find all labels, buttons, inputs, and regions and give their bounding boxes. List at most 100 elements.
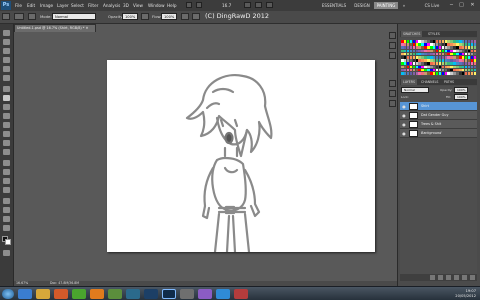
brush-panel-toggle-icon[interactable] xyxy=(28,13,36,20)
crop-tool-icon[interactable] xyxy=(3,66,10,72)
zoom-tool-icon[interactable] xyxy=(3,225,10,231)
history-brush-tool-icon[interactable] xyxy=(3,113,10,119)
bridge-icon[interactable] xyxy=(186,2,192,8)
menu-file[interactable]: File xyxy=(15,0,22,11)
itunes-icon[interactable] xyxy=(234,289,248,299)
move-tool-icon[interactable] xyxy=(3,30,10,36)
trash-icon[interactable] xyxy=(470,275,475,280)
photoshop-taskbar-icon[interactable] xyxy=(162,289,176,299)
adjustment-layer-icon[interactable] xyxy=(454,275,459,280)
visibility-eye-icon[interactable]: ● xyxy=(401,121,407,128)
workspace-painting[interactable]: PAINTING xyxy=(374,2,398,9)
swatch-cell[interactable] xyxy=(473,56,476,59)
layer-row-trees[interactable]: ● Trees & Shit xyxy=(400,120,477,129)
flow-input[interactable]: 100% xyxy=(161,13,177,20)
menu-view[interactable]: View xyxy=(133,0,143,11)
minibridge-icon[interactable] xyxy=(196,2,202,8)
layer-row-background[interactable]: ● Background xyxy=(400,129,477,138)
pen-tool-icon[interactable] xyxy=(3,160,10,166)
menu-filter[interactable]: Filter xyxy=(88,0,98,11)
clone-source-panel-icon[interactable] xyxy=(389,90,396,97)
swatch-cell[interactable] xyxy=(473,68,476,72)
start-button-icon[interactable] xyxy=(2,289,14,299)
new-layer-icon[interactable] xyxy=(462,275,467,280)
fill-input[interactable]: 100% xyxy=(454,94,468,100)
zoom-level[interactable]: 16.7 xyxy=(222,0,231,11)
document-tab[interactable]: Untitled-1.psd @ 16.7% (Shirt, RGB/8) * … xyxy=(14,24,96,32)
cs-live-button[interactable]: CS Live xyxy=(421,2,443,9)
chrome-icon[interactable] xyxy=(72,289,86,299)
3d-orbit-tool-icon[interactable] xyxy=(3,207,10,213)
path-select-tool-icon[interactable] xyxy=(3,178,10,184)
hand-tool-icon[interactable] xyxy=(3,216,10,222)
eraser-tool-icon[interactable] xyxy=(3,122,10,128)
steam-icon[interactable] xyxy=(126,289,140,299)
healing-brush-tool-icon[interactable] xyxy=(3,86,10,92)
brush-tool-icon[interactable] xyxy=(2,13,10,20)
swatch-cell[interactable] xyxy=(473,40,476,43)
hand-tool-icon[interactable] xyxy=(244,2,251,8)
brush-tool-selected-icon[interactable] xyxy=(3,95,10,101)
visibility-eye-icon[interactable]: ● xyxy=(401,130,407,137)
pressure-opacity-icon[interactable] xyxy=(141,13,149,20)
layer-row-dat-gender-guy[interactable]: ● Dat Gender Guy xyxy=(400,111,477,120)
add-mask-icon[interactable] xyxy=(446,275,451,280)
rotate-view-icon[interactable] xyxy=(255,2,262,8)
maximize-icon[interactable]: □ xyxy=(457,1,466,9)
quick-select-tool-icon[interactable] xyxy=(3,57,10,63)
swatch-cell[interactable] xyxy=(473,62,476,65)
workspace-more-icon[interactable]: » xyxy=(400,2,408,9)
tab-layers[interactable]: LAYERS xyxy=(401,79,417,85)
marquee-tool-icon[interactable] xyxy=(3,39,10,45)
menu-window[interactable]: Window xyxy=(148,0,165,11)
swatch-cell[interactable] xyxy=(473,65,476,69)
menu-select[interactable]: Select xyxy=(71,0,84,11)
swatches-grid[interactable] xyxy=(400,38,477,76)
lasso-tool-icon[interactable] xyxy=(3,48,10,54)
clone-stamp-tool-icon[interactable] xyxy=(3,104,10,110)
menu-edit[interactable]: Edit xyxy=(27,0,35,11)
menu-image[interactable]: Image xyxy=(40,0,53,11)
history-panel-icon[interactable] xyxy=(389,100,396,107)
type-tool-icon[interactable] xyxy=(3,169,10,175)
tab-styles[interactable]: STYLES xyxy=(426,31,442,37)
tab-swatches[interactable]: SWATCHES xyxy=(401,31,423,37)
shape-tool-icon[interactable] xyxy=(3,187,10,193)
swatch-cell[interactable] xyxy=(473,72,476,75)
gradient-tool-icon[interactable] xyxy=(3,131,10,137)
file-explorer-icon[interactable] xyxy=(36,289,50,299)
brush-panel-icon[interactable] xyxy=(389,80,396,87)
canvas[interactable] xyxy=(107,60,375,254)
visibility-eye-icon[interactable]: ● xyxy=(401,103,407,110)
arrange-documents-icon[interactable] xyxy=(266,2,273,8)
workspace-essentials[interactable]: ESSENTIALS xyxy=(318,2,350,9)
swatch-cell[interactable] xyxy=(473,52,476,56)
swatch-cell[interactable] xyxy=(473,59,476,62)
airbrush-icon[interactable] xyxy=(181,13,189,20)
background-color-swatch[interactable] xyxy=(5,239,11,245)
pressure-size-icon[interactable] xyxy=(192,13,200,20)
opacity-input[interactable]: 100% xyxy=(122,13,138,20)
quick-mask-icon[interactable] xyxy=(3,250,10,256)
utility-icon[interactable] xyxy=(144,289,158,299)
paint-icon[interactable] xyxy=(180,289,194,299)
media-player-icon[interactable] xyxy=(90,289,104,299)
dodge-tool-icon[interactable] xyxy=(3,149,10,155)
tab-channels[interactable]: CHANNELS xyxy=(419,79,440,85)
adjustments-panel-icon[interactable] xyxy=(389,42,396,49)
menu-layer[interactable]: Layer xyxy=(57,0,69,11)
system-clock[interactable]: 19:07 20/05/2012 xyxy=(442,289,476,299)
layer-style-icon[interactable] xyxy=(438,275,443,280)
app-icon[interactable] xyxy=(198,289,212,299)
firefox-icon[interactable] xyxy=(54,289,68,299)
menu-help[interactable]: Help xyxy=(167,0,177,11)
swatch-cell[interactable] xyxy=(473,43,476,46)
minecraft-icon[interactable] xyxy=(108,289,122,299)
masks-panel-icon[interactable] xyxy=(389,52,396,59)
blend-mode-select[interactable]: Normal xyxy=(401,87,429,93)
brush-preset-picker[interactable] xyxy=(14,13,24,20)
3d-rotate-tool-icon[interactable] xyxy=(3,198,10,204)
workspace-design[interactable]: DESIGN xyxy=(352,2,372,9)
blur-tool-icon[interactable] xyxy=(3,140,10,146)
layer-row-shirt[interactable]: ● Shirt xyxy=(400,102,477,111)
